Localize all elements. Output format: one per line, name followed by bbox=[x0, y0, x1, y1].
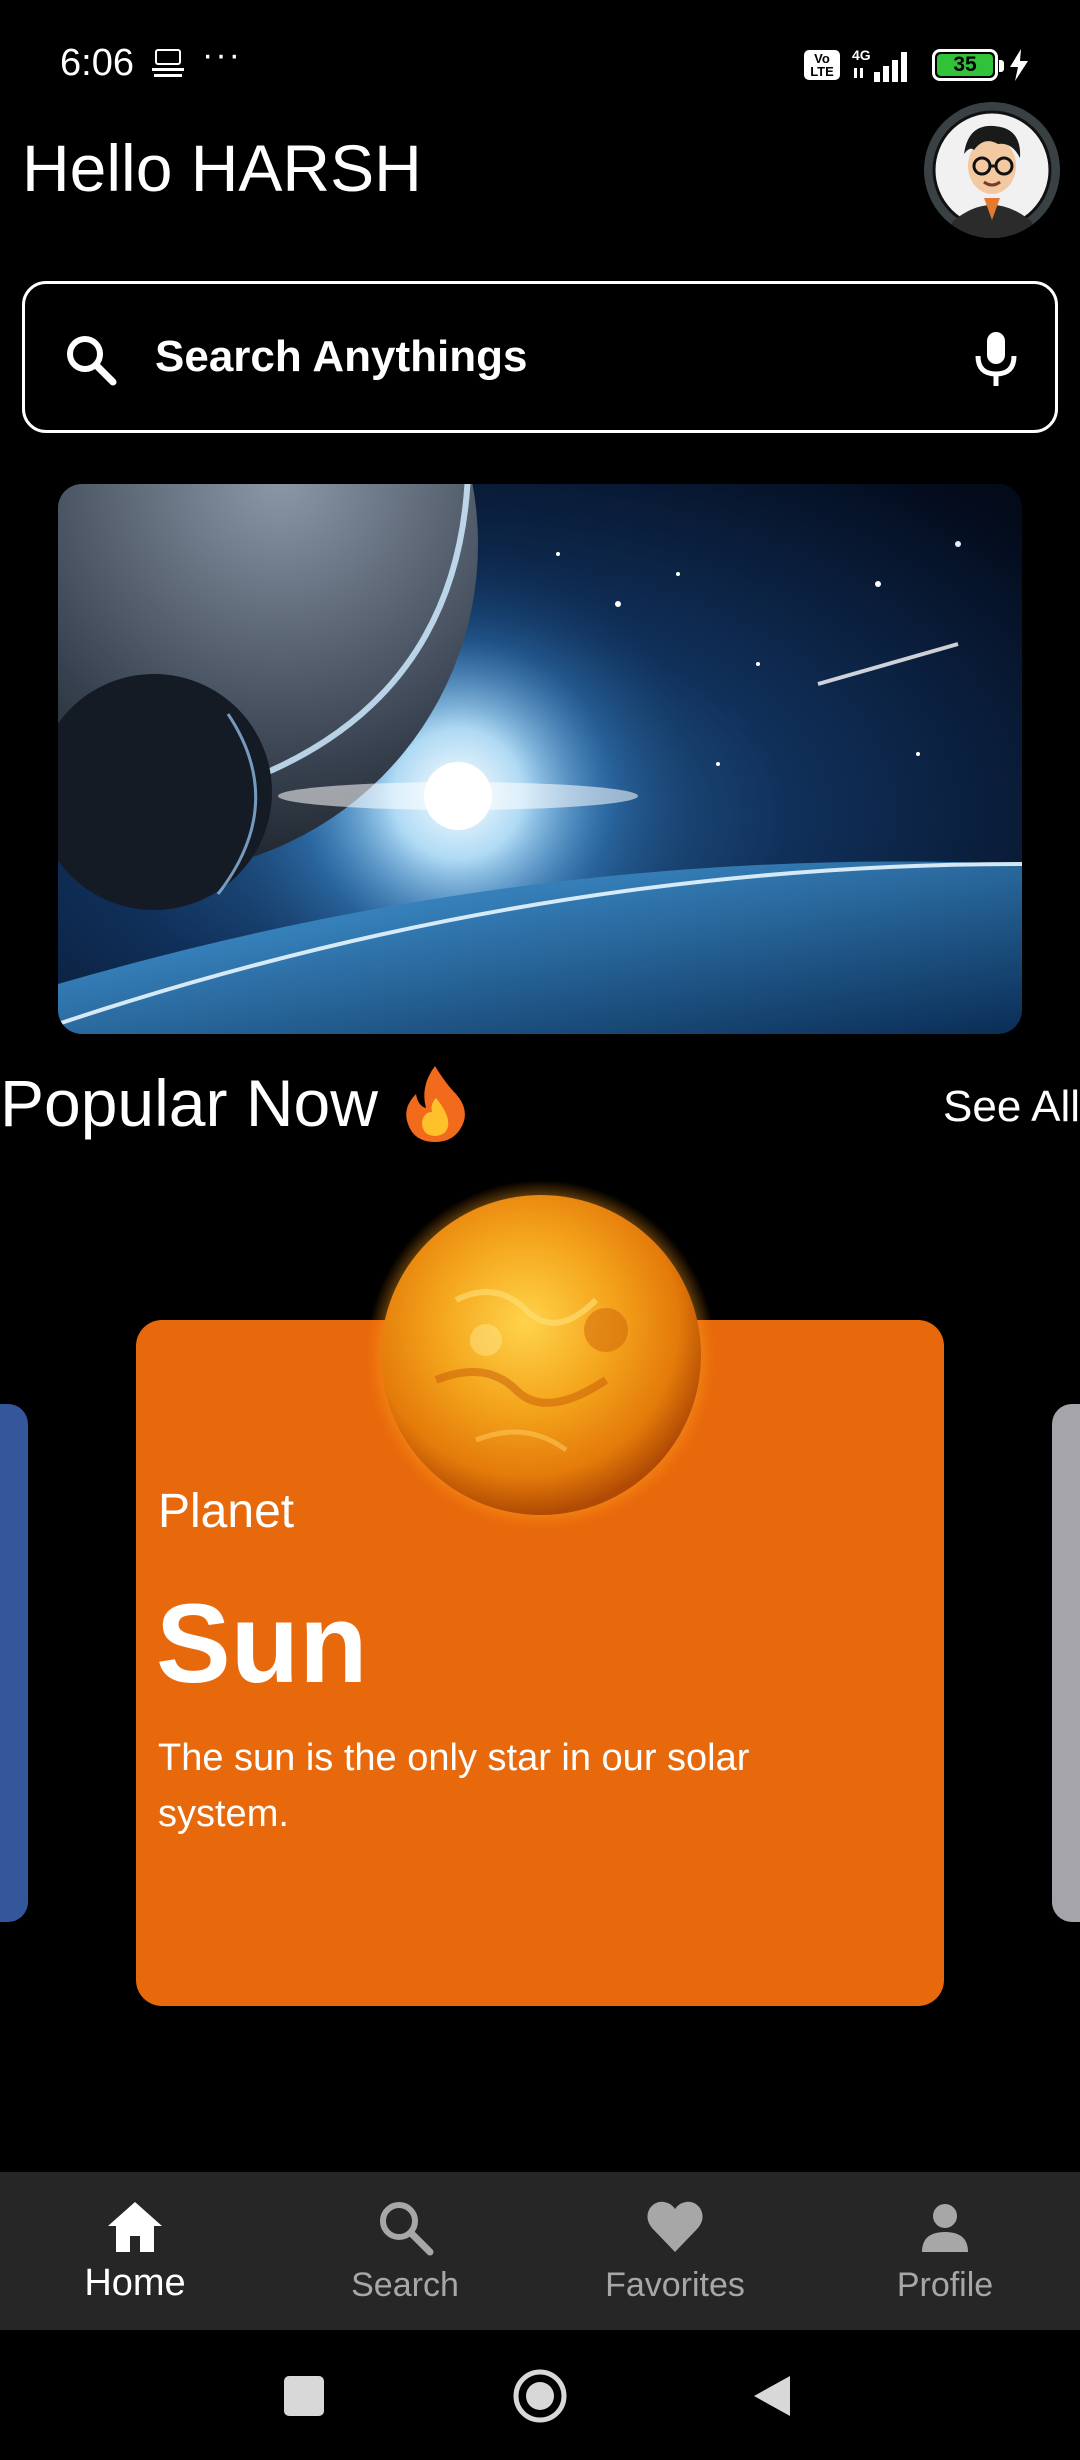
search-icon bbox=[67, 336, 117, 386]
space-banner-image[interactable] bbox=[58, 484, 1022, 1034]
bottom-navigation: Home Search Favorites Profile bbox=[0, 2172, 1080, 2330]
sun-image bbox=[366, 1180, 716, 1530]
carousel-card-next[interactable] bbox=[1052, 1404, 1080, 1922]
charging-bolt-icon bbox=[1010, 49, 1028, 81]
search-icon bbox=[380, 2202, 434, 2256]
status-more-dots: ··· bbox=[202, 36, 242, 74]
mic-icon[interactable] bbox=[965, 328, 1027, 390]
svg-text:4G: 4G bbox=[852, 47, 871, 63]
section-title-text: Popular Now bbox=[0, 1066, 378, 1140]
battery-icon: 35 bbox=[932, 49, 1004, 81]
search-bar[interactable]: Search Anythings bbox=[22, 281, 1058, 433]
nav-home[interactable]: Home bbox=[0, 2172, 270, 2330]
avatar-cartoon-icon bbox=[924, 102, 1060, 238]
search-input[interactable]: Search Anythings bbox=[155, 332, 527, 382]
nav-profile-label: Profile bbox=[896, 2266, 994, 2304]
card-category: Planet bbox=[158, 1485, 295, 1538]
signal-icon: 4G bbox=[852, 47, 907, 82]
home-icon bbox=[108, 2202, 162, 2252]
volte-icon: Vo LTE bbox=[804, 50, 840, 80]
status-indicators: Vo LTE 4G 35 bbox=[804, 46, 1030, 84]
nav-favorites-label: Favorites bbox=[605, 2266, 745, 2304]
app-screen: 6:06 ··· Vo LTE 4G 35 Hello HARSH Search… bbox=[0, 0, 1080, 2460]
card-description: The sun is the only star in our solar sy… bbox=[158, 1737, 750, 1835]
nav-search-label: Search bbox=[351, 2266, 459, 2304]
notification-app-icon bbox=[152, 49, 184, 77]
person-icon bbox=[922, 2204, 968, 2252]
nav-profile[interactable]: Profile bbox=[810, 2172, 1080, 2330]
nav-home-label: Home bbox=[84, 2262, 186, 2304]
see-all-link[interactable]: See All bbox=[943, 1082, 1080, 1132]
home-button[interactable] bbox=[512, 2368, 568, 2424]
card-title: Sun bbox=[156, 1581, 368, 1706]
carousel-card-previous[interactable] bbox=[0, 1404, 28, 1922]
status-time: 6:06 bbox=[60, 42, 134, 84]
back-button[interactable] bbox=[750, 2372, 794, 2420]
heart-icon bbox=[647, 2201, 703, 2252]
section-title: Popular Now bbox=[0, 1064, 470, 1142]
space-scene-illustration bbox=[58, 484, 1022, 1034]
nav-search[interactable]: Search bbox=[270, 2172, 540, 2330]
greeting-title: Hello HARSH bbox=[22, 131, 422, 205]
status-bar: 6:06 ··· Vo LTE 4G 35 bbox=[0, 0, 1080, 130]
nav-favorites[interactable]: Favorites bbox=[540, 2172, 810, 2330]
recent-apps-button[interactable] bbox=[284, 2376, 324, 2416]
fire-icon bbox=[406, 1066, 465, 1142]
profile-avatar[interactable] bbox=[924, 102, 1060, 238]
battery-level: 35 bbox=[937, 53, 993, 76]
